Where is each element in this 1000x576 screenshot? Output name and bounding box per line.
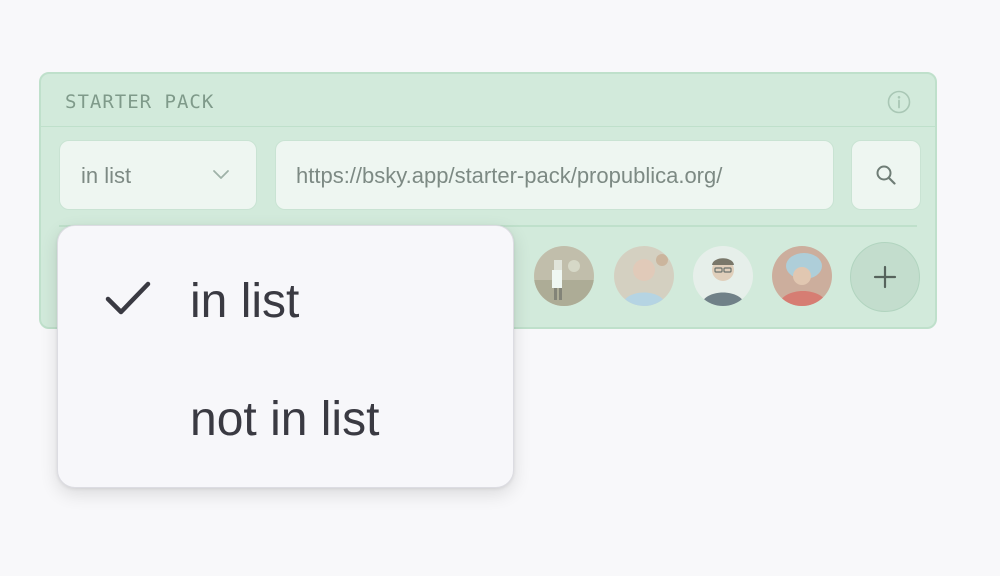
chevron-down-icon bbox=[213, 170, 229, 179]
url-input-value: https://bsky.app/starter-pack/propublica… bbox=[296, 163, 723, 188]
starter-pack-url-input[interactable]: https://bsky.app/starter-pack/propublica… bbox=[275, 140, 834, 210]
info-icon[interactable] bbox=[887, 90, 911, 114]
menu-item-in-list[interactable]: in list bbox=[58, 248, 513, 348]
panel-header: STARTER PACK bbox=[41, 74, 935, 127]
list-filter-select[interactable]: in list bbox=[59, 140, 257, 210]
list-filter-dropdown-menu: in list not in list bbox=[57, 225, 514, 488]
avatar[interactable] bbox=[772, 246, 832, 306]
plus-icon bbox=[873, 265, 897, 289]
checkmark-icon bbox=[105, 281, 151, 315]
avatar[interactable] bbox=[693, 246, 753, 306]
add-button[interactable] bbox=[850, 242, 920, 312]
search-icon bbox=[876, 165, 896, 185]
panel-title: STARTER PACK bbox=[65, 91, 215, 113]
avatar[interactable] bbox=[614, 246, 674, 306]
menu-item-label: in list bbox=[190, 275, 300, 328]
avatar[interactable] bbox=[534, 246, 594, 306]
menu-item-label: not in list bbox=[190, 393, 380, 446]
search-button[interactable] bbox=[851, 140, 921, 210]
select-value: in list bbox=[81, 163, 132, 188]
menu-item-not-in-list[interactable]: not in list bbox=[58, 366, 513, 466]
